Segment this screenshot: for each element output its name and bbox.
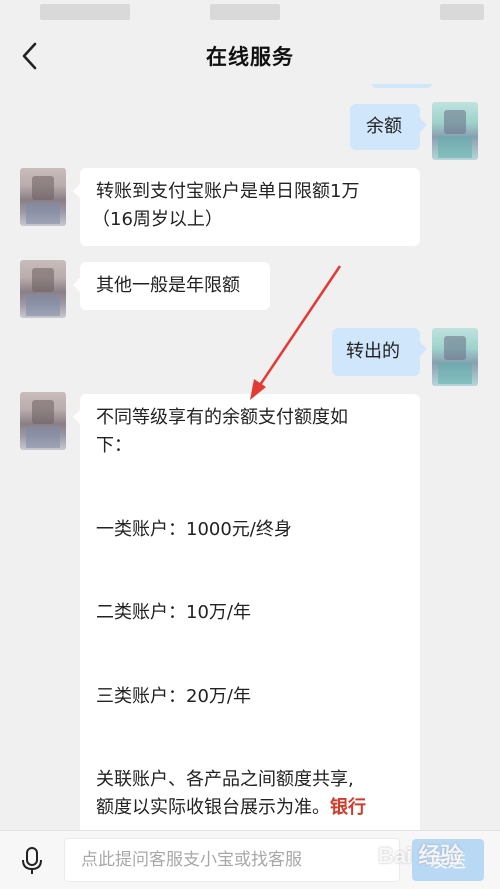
message-text: 其他一般是年限额 xyxy=(96,275,240,296)
message-bubble-agent[interactable]: 其他一般是年限额 xyxy=(73,262,270,310)
message-line: 关联账户、各产品之间额度共享, xyxy=(96,769,354,790)
voice-input-button[interactable] xyxy=(14,843,50,879)
message-line-with-link: 额度以实际收银台展示为准。银行 xyxy=(96,794,366,822)
message-text: 余额 xyxy=(366,116,402,137)
message-line: 转账到支付宝账户是单日限额1万 xyxy=(96,181,360,202)
agent-avatar[interactable] xyxy=(20,168,66,226)
microphone-icon xyxy=(22,847,42,874)
status-bar-blur-right xyxy=(440,4,484,20)
message-line: 二类账户：10万/年 xyxy=(96,602,251,623)
message-line: （16周岁以上） xyxy=(92,209,223,230)
agent-avatar[interactable] xyxy=(20,392,66,450)
status-bar-blur-left xyxy=(40,4,130,20)
user-avatar[interactable] xyxy=(432,328,478,386)
input-bar: 点此提问客服支小宝或找客服 发送 xyxy=(0,830,500,889)
chevron-left-icon xyxy=(22,42,37,70)
message-bubble-agent[interactable]: 不同等级享有的余额支付额度如 下： 一类账户：1000元/终身 二类账户：10万… xyxy=(73,394,420,830)
back-button[interactable] xyxy=(10,36,50,76)
message-line: 三类账户：20万/年 xyxy=(96,686,251,707)
arrow-shaft xyxy=(256,265,342,389)
message-line: 不同等级享有的余额支付额度如 xyxy=(96,407,348,428)
chat-area[interactable]: 余额 转账到支付宝账户是单日限额1万 （16周岁以上） 其他一般是年限额 转出的… xyxy=(0,84,500,830)
message-bubble-user[interactable]: 转出的 xyxy=(332,328,427,376)
previous-bubble-edge xyxy=(372,84,432,88)
message-bubble-user[interactable]: 余额 xyxy=(350,104,427,150)
navigation-header: 在线服务 xyxy=(0,28,500,84)
status-bar xyxy=(0,0,500,28)
send-button[interactable]: 发送 xyxy=(412,839,484,881)
bank-link[interactable]: 银行 xyxy=(330,797,366,818)
message-line: 下： xyxy=(96,435,132,456)
message-line: 一类账户：1000元/终身 xyxy=(96,519,292,540)
agent-avatar[interactable] xyxy=(20,260,66,318)
message-text: 转出的 xyxy=(346,341,400,362)
message-line: 额度以实际收银台展示为准。 xyxy=(96,797,330,818)
page-title: 在线服务 xyxy=(206,45,294,69)
message-input[interactable]: 点此提问客服支小宝或找客服 xyxy=(64,838,400,882)
user-avatar[interactable] xyxy=(432,102,478,160)
message-bubble-agent[interactable]: 转账到支付宝账户是单日限额1万 （16周岁以上） xyxy=(73,168,420,246)
status-bar-blur-center xyxy=(210,4,280,20)
